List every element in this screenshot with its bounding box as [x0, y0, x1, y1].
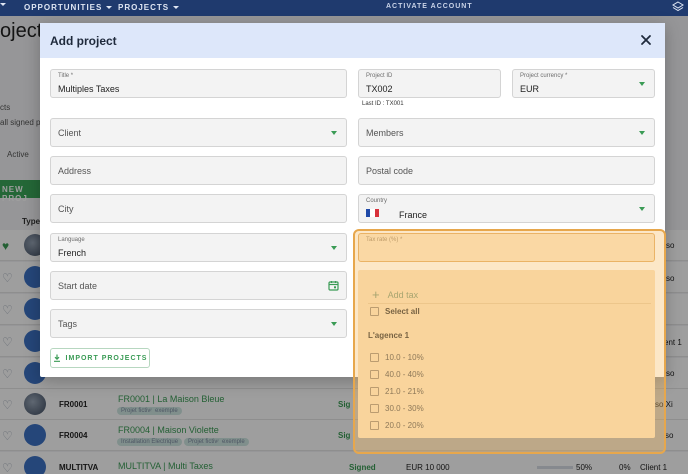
download-icon [53, 354, 60, 362]
currency-label: Project currency * [520, 73, 568, 79]
add-tax-label: Add tax [387, 289, 419, 300]
tax-group-header: L'agence 1 [368, 331, 410, 340]
tax-option-label: 30.0 - 30% [385, 404, 424, 413]
postal-code-placeholder: Postal code [366, 166, 414, 176]
tax-option[interactable]: 10.0 - 10% [370, 353, 424, 362]
nav-opportunities-label: OPPORTUNITIES [24, 3, 103, 12]
tax-option[interactable]: 21.0 - 21% [370, 387, 424, 396]
currency-select[interactable]: Project currency * EUR [512, 69, 655, 98]
tax-option-label: 40.0 - 40% [385, 370, 424, 379]
chevron-down-icon [331, 322, 337, 326]
chevron-down-icon [173, 6, 180, 9]
nav-projects-label: PROJECTS [118, 3, 170, 12]
tags-select[interactable]: Tags [50, 309, 347, 338]
tax-option-label: 10.0 - 10% [385, 353, 424, 362]
chevron-down-icon [639, 207, 645, 211]
chevron-down-icon [639, 82, 645, 86]
address-placeholder: Address [58, 166, 92, 176]
import-projects-button[interactable]: IMPORT PROJECTS [50, 348, 150, 368]
tax-option-label: 20.0 - 20% [385, 421, 424, 430]
start-date-placeholder: Start date [58, 281, 98, 291]
layers-icon[interactable] [672, 1, 684, 13]
tax-option[interactable]: 40.0 - 40% [370, 370, 424, 379]
client-select[interactable]: Client [50, 118, 347, 147]
add-tax-option[interactable]: + Add tax [372, 287, 418, 302]
last-id-hint: Last ID : TX001 [362, 101, 404, 107]
country-value: France [399, 210, 428, 220]
close-icon[interactable] [639, 33, 653, 47]
tax-rate-dropdown-menu: + Add tax Select all L'agence 1 10.0 - 1… [358, 270, 655, 438]
tax-option-label: 21.0 - 21% [385, 387, 424, 396]
dialog-header: Add project [40, 23, 665, 58]
language-value: French [58, 248, 87, 258]
chevron-down-icon [331, 131, 337, 135]
tax-option[interactable]: 20.0 - 20% [370, 421, 424, 430]
nav-projects[interactable]: PROJECTS [118, 3, 180, 12]
checkbox[interactable] [370, 353, 379, 362]
checkbox[interactable] [370, 370, 379, 379]
tax-rate-label: Tax rate (%) * [366, 237, 403, 243]
dialog-title: Add project [50, 34, 117, 48]
title-field-label: Title * [58, 73, 74, 79]
address-field[interactable]: Address [50, 156, 347, 185]
members-placeholder: Members [366, 128, 404, 138]
checkbox[interactable] [370, 307, 379, 316]
start-date-field[interactable]: Start date [50, 271, 347, 300]
title-field-value: Multiples Taxes [58, 84, 120, 94]
project-id-field[interactable]: Project ID TX002 [358, 69, 501, 98]
checkbox[interactable] [370, 387, 379, 396]
country-label: Country [366, 198, 388, 204]
postal-code-field[interactable]: Postal code [358, 156, 655, 185]
country-select[interactable]: Country France [358, 194, 655, 223]
select-all-label: Select all [385, 307, 420, 316]
title-field[interactable]: Title * Multiples Taxes [50, 69, 347, 98]
city-field[interactable]: City [50, 194, 347, 223]
calendar-icon[interactable] [328, 280, 339, 291]
nav-opportunities[interactable]: OPPORTUNITIES [24, 3, 113, 12]
checkbox[interactable] [370, 421, 379, 430]
divider [368, 303, 651, 304]
plus-icon: + [372, 287, 380, 302]
tags-placeholder: Tags [58, 319, 78, 329]
activate-account-link[interactable]: ACTIVATE ACCOUNT [386, 3, 473, 10]
currency-value: EUR [520, 84, 540, 94]
members-select[interactable]: Members [358, 118, 655, 147]
city-placeholder: City [58, 204, 74, 214]
tax-rate-select[interactable]: Tax rate (%) * [358, 233, 655, 262]
language-label: Language [58, 237, 85, 243]
chevron-down-icon [639, 131, 645, 135]
france-flag-icon [366, 209, 379, 217]
tax-option[interactable]: 30.0 - 30% [370, 404, 424, 413]
chevron-down-icon [331, 246, 337, 250]
top-nav: OPPORTUNITIES PROJECTS ACTIVATE ACCOUNT [0, 0, 688, 16]
language-select[interactable]: Language French [50, 233, 347, 262]
project-id-value: TX002 [366, 84, 393, 94]
client-placeholder: Client [58, 128, 82, 138]
import-projects-label: IMPORT PROJECTS [65, 354, 148, 362]
project-id-label: Project ID [366, 73, 393, 79]
nav-caret-left[interactable] [0, 3, 6, 6]
checkbox[interactable] [370, 404, 379, 413]
select-all-option[interactable]: Select all [370, 307, 420, 316]
chevron-down-icon [106, 6, 113, 9]
